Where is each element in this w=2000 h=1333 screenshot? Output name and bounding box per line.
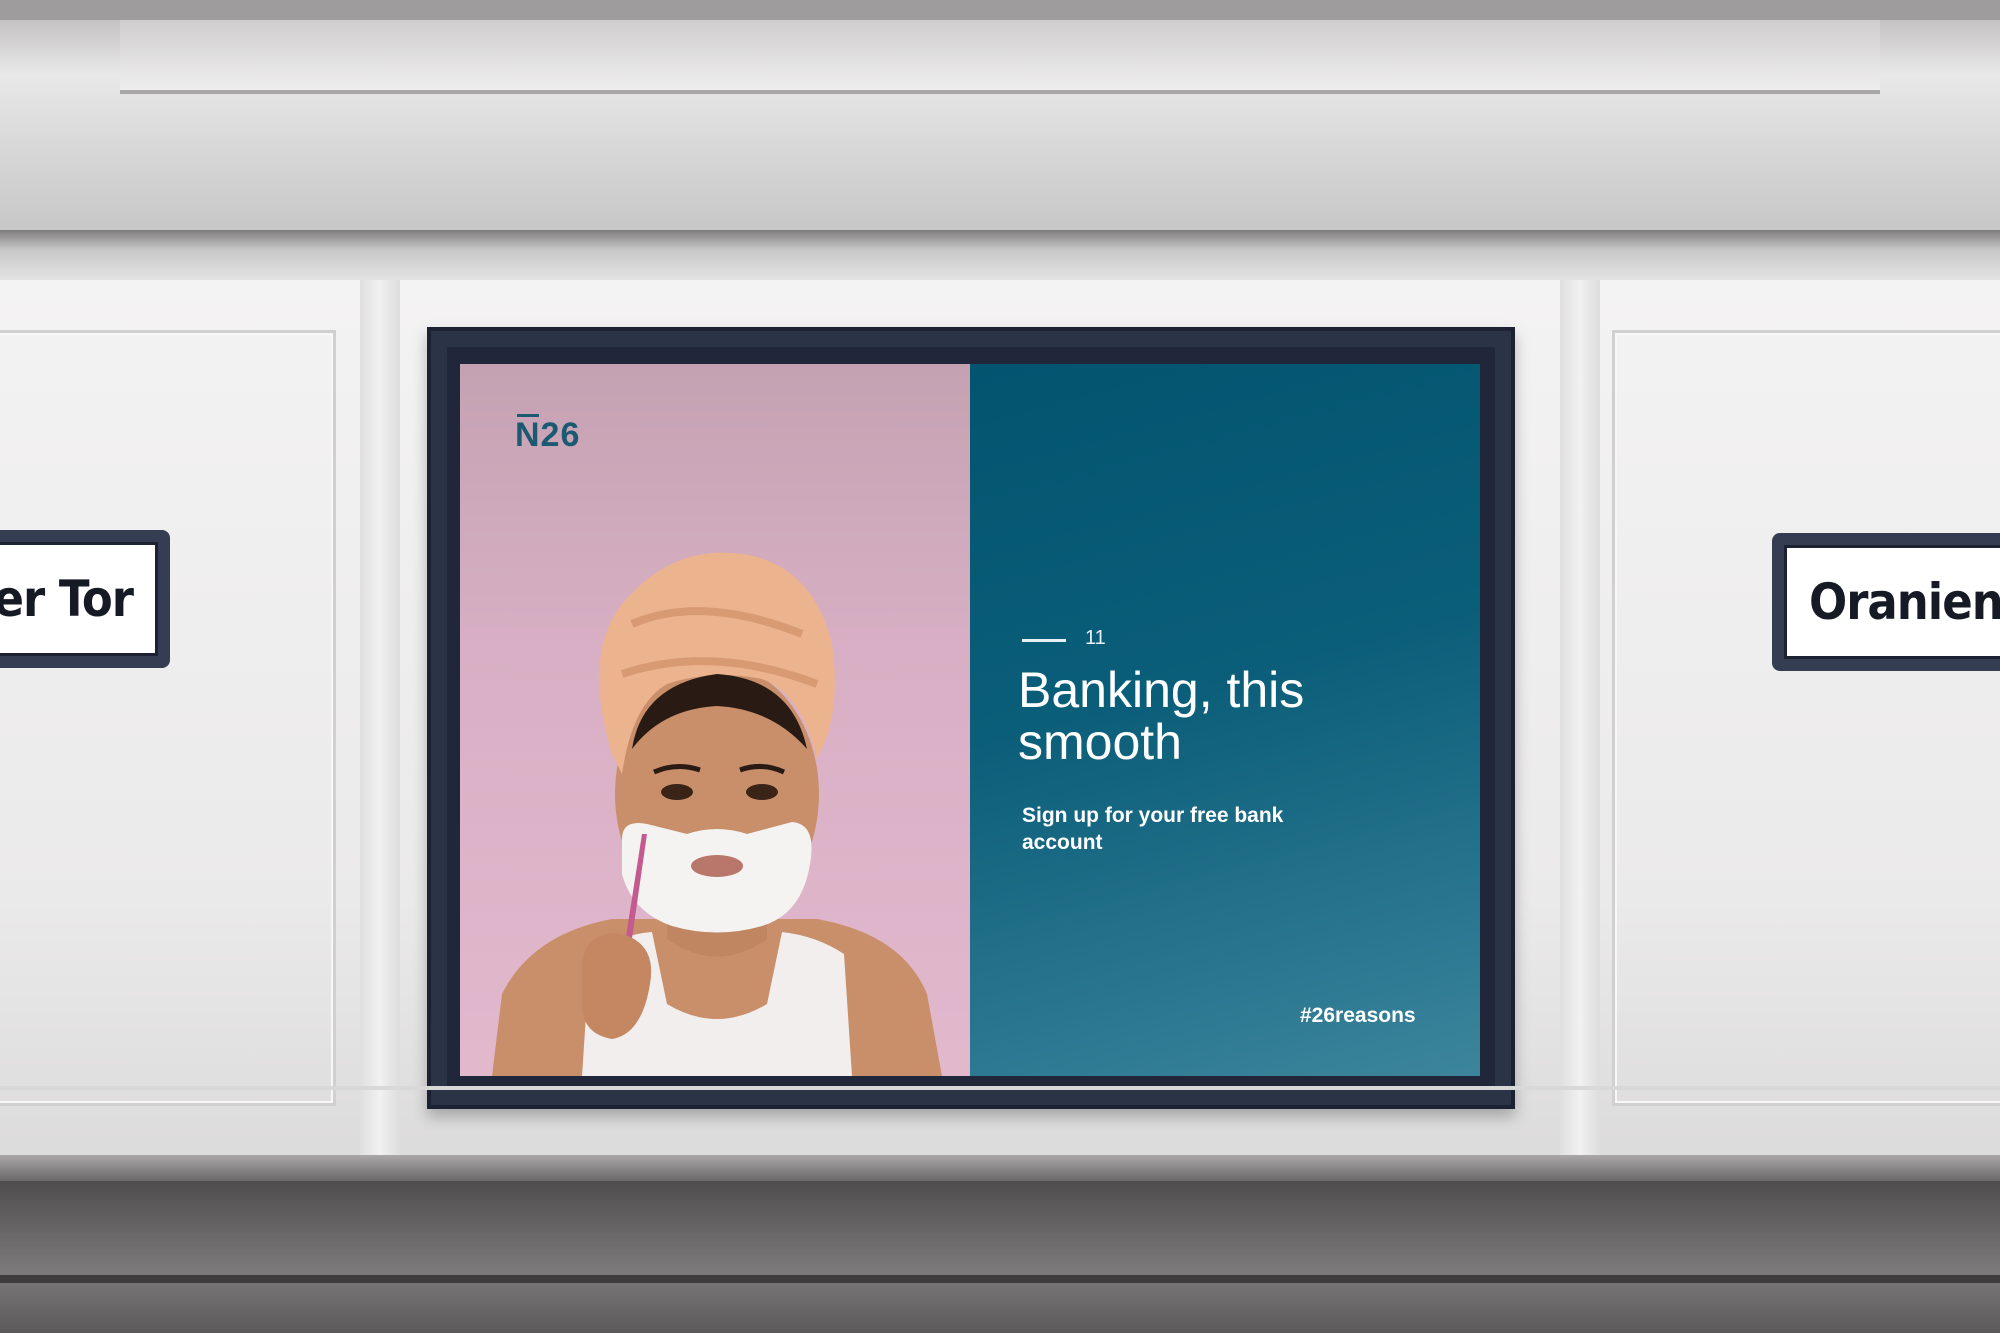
station-sign-left: ger Tor [0, 530, 170, 668]
advertisement-poster: N26 11 Banking, this smooth Sign up for … [460, 364, 1480, 1076]
eye-right [746, 784, 778, 800]
station-sign-left-text: ger Tor [0, 542, 158, 656]
station-sign-right: Oranienbu [1772, 533, 2000, 671]
woman-shaving-illustration [492, 552, 942, 1076]
ceiling-molding [0, 0, 2000, 20]
ceiling-beam [0, 230, 2000, 280]
brand-logo: N26 [515, 416, 581, 454]
headline: Banking, this smooth [1018, 662, 1305, 770]
platform-edge [0, 1155, 2000, 1181]
track-rail [0, 1275, 2000, 1283]
wall-cable [0, 1086, 2000, 1090]
shaving-foam [622, 822, 812, 933]
poster-photo-panel: N26 [460, 364, 970, 1076]
wall-pilaster-left [360, 280, 400, 1160]
poster-text-panel: 11 Banking, this smooth Sign up for your… [970, 364, 1480, 1076]
track-area [0, 1181, 2000, 1333]
mouth [691, 855, 743, 877]
wall-panel-right [1612, 330, 2000, 1106]
campaign-number: 11 [1085, 627, 1106, 649]
number-dash [1022, 639, 1066, 642]
ceiling-molding-panel [120, 20, 1880, 94]
station-sign-right-text: Oranienbu [1784, 545, 2000, 659]
wall-pilaster-right [1560, 280, 1600, 1160]
eye-left [661, 784, 693, 800]
hashtag: #26reasons [1300, 1004, 1416, 1027]
subline: Sign up for your free bank account [1022, 804, 1284, 854]
wall-panel-left [0, 330, 336, 1106]
